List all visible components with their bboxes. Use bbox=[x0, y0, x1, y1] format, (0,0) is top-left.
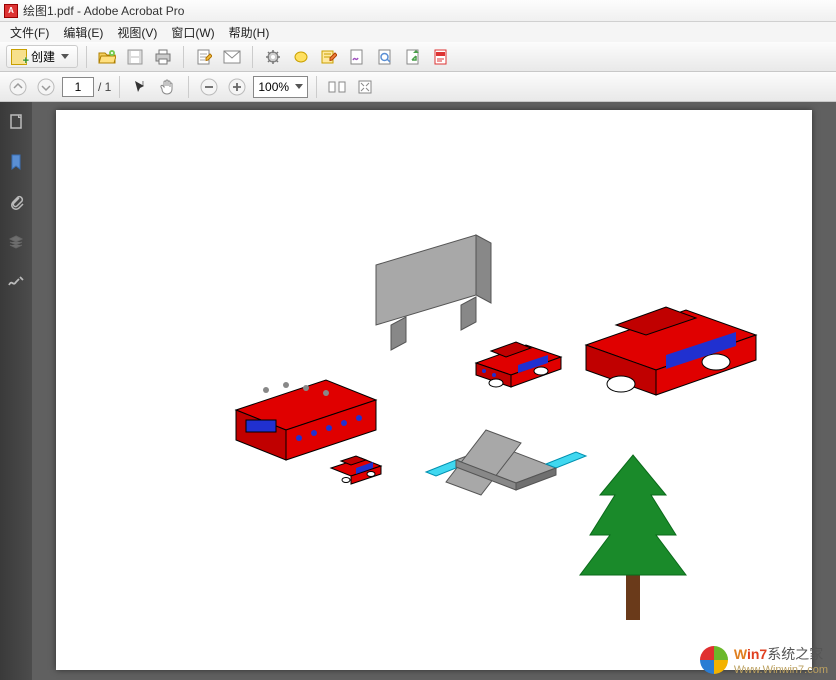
pdf-icon bbox=[433, 49, 449, 65]
zoom-out-button[interactable] bbox=[197, 75, 221, 99]
page-down-button[interactable] bbox=[34, 75, 58, 99]
scan-ocr-button[interactable] bbox=[373, 45, 397, 69]
watermark-text: Win7系统之家 Www.Winwin7.com bbox=[734, 644, 828, 676]
separator bbox=[252, 46, 253, 68]
create-icon bbox=[11, 49, 27, 65]
separator bbox=[188, 76, 189, 98]
menu-file[interactable]: 文件(F) bbox=[4, 22, 55, 43]
pencil-page-icon bbox=[196, 49, 212, 65]
page-total-label: / 1 bbox=[98, 80, 111, 94]
open-button[interactable] bbox=[95, 45, 119, 69]
hand-icon bbox=[159, 78, 177, 96]
chevron-down-icon bbox=[61, 54, 69, 59]
hand-tool-button[interactable] bbox=[156, 75, 180, 99]
thumbnails-tab[interactable] bbox=[6, 112, 26, 132]
layers-icon bbox=[8, 234, 24, 250]
chevron-down-icon bbox=[295, 84, 303, 89]
bookmark-icon bbox=[8, 154, 24, 170]
save-button[interactable] bbox=[123, 45, 147, 69]
select-tool-button[interactable]: I bbox=[128, 75, 152, 99]
separator bbox=[119, 76, 120, 98]
zoom-dropdown[interactable]: 100% bbox=[253, 76, 308, 98]
fit-page-button[interactable] bbox=[353, 75, 377, 99]
envelope-icon bbox=[223, 50, 241, 64]
titlebar: A 绘图1.pdf - Adobe Acrobat Pro bbox=[0, 0, 836, 22]
app-icon: A bbox=[4, 4, 18, 18]
arrow-down-icon bbox=[37, 78, 55, 96]
separator bbox=[316, 76, 317, 98]
scan-icon bbox=[377, 49, 393, 65]
layers-tab[interactable] bbox=[6, 232, 26, 252]
save-icon bbox=[127, 49, 143, 65]
separator bbox=[86, 46, 87, 68]
settings-button[interactable] bbox=[261, 45, 285, 69]
bookmarks-tab[interactable] bbox=[6, 152, 26, 172]
arrow-up-icon bbox=[9, 78, 27, 96]
page-number-input[interactable] bbox=[62, 77, 94, 97]
attach-note-button[interactable] bbox=[317, 45, 341, 69]
fit-width-icon bbox=[328, 79, 346, 95]
printer-icon bbox=[154, 49, 172, 65]
print-button[interactable] bbox=[151, 45, 175, 69]
menu-view[interactable]: 视图(V) bbox=[111, 22, 163, 43]
window-title: 绘图1.pdf - Adobe Acrobat Pro bbox=[23, 2, 184, 19]
page-up-button[interactable] bbox=[6, 75, 30, 99]
document-content bbox=[56, 110, 812, 670]
menu-window[interactable]: 窗口(W) bbox=[165, 22, 220, 43]
menubar: 文件(F) 编辑(E) 视图(V) 窗口(W) 帮助(H) bbox=[0, 22, 836, 42]
highlight-icon bbox=[293, 49, 309, 65]
sign-pen-icon bbox=[7, 275, 25, 289]
cursor-icon: I bbox=[132, 79, 148, 95]
folder-open-icon bbox=[98, 49, 116, 65]
zoom-value-label: 100% bbox=[258, 80, 289, 94]
pdf-tool-button[interactable] bbox=[429, 45, 453, 69]
fit-page-icon bbox=[357, 79, 373, 95]
toolbar-main: 创建 bbox=[0, 42, 836, 72]
watermark: Win7系统之家 Www.Winwin7.com bbox=[700, 644, 828, 676]
export-button[interactable] bbox=[401, 45, 425, 69]
document-viewport[interactable]: Win7系统之家 Www.Winwin7.com bbox=[32, 102, 836, 680]
plus-icon bbox=[228, 78, 246, 96]
attachments-tab[interactable] bbox=[6, 192, 26, 212]
sign-button[interactable] bbox=[345, 45, 369, 69]
toolbar-nav: / 1 I 100% bbox=[0, 72, 836, 102]
fit-width-button[interactable] bbox=[325, 75, 349, 99]
export-icon bbox=[405, 49, 421, 65]
create-button[interactable]: 创建 bbox=[6, 45, 78, 68]
zoom-in-button[interactable] bbox=[225, 75, 249, 99]
highlight-button[interactable] bbox=[289, 45, 313, 69]
menu-edit[interactable]: 编辑(E) bbox=[57, 22, 109, 43]
signatures-tab[interactable] bbox=[6, 272, 26, 292]
separator bbox=[183, 46, 184, 68]
create-label: 创建 bbox=[31, 48, 55, 65]
paperclip-icon bbox=[8, 194, 24, 210]
content-area: Win7系统之家 Www.Winwin7.com bbox=[0, 102, 836, 680]
menu-help[interactable]: 帮助(H) bbox=[223, 22, 276, 43]
email-button[interactable] bbox=[220, 45, 244, 69]
navigation-pane bbox=[0, 102, 32, 680]
page-thumb-icon bbox=[8, 114, 24, 130]
gear-icon bbox=[265, 49, 281, 65]
watermark-logo-icon bbox=[700, 646, 728, 674]
svg-text:I: I bbox=[142, 81, 144, 88]
signature-icon bbox=[349, 49, 365, 65]
edit-text-button[interactable] bbox=[192, 45, 216, 69]
pdf-page bbox=[56, 110, 812, 670]
minus-icon bbox=[200, 78, 218, 96]
note-pencil-icon bbox=[321, 49, 337, 65]
